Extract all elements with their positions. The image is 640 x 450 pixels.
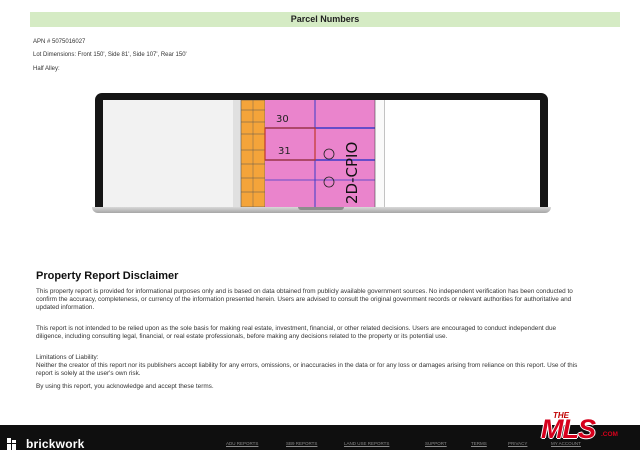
zoning-label: 2D-CPIO — [343, 142, 361, 204]
liability-section: Limitations of Liability: Neither the cr… — [36, 354, 581, 378]
disclaimer-title: Property Report Disclaimer — [36, 270, 179, 282]
map-street — [375, 100, 385, 207]
map-background-left — [103, 100, 238, 207]
parcel-map-drawing: 30 31 2D-CPIO — [103, 100, 540, 207]
half-alley: Half Alley: — [33, 66, 60, 72]
lot-dimensions: Lot Dimensions: Front 150', Side 81', Si… — [33, 52, 187, 58]
footer-link-privacy[interactable]: PRIVACY — [508, 441, 527, 446]
brand-name: brickwork — [26, 437, 85, 450]
footer-link-support[interactable]: SUPPORT — [425, 441, 447, 446]
brickwork-brand[interactable]: brickwork — [6, 437, 85, 450]
liability-heading: Limitations of Liability: — [36, 354, 99, 361]
footer-link-adu-reports[interactable]: ADU REPORTS — [226, 441, 258, 446]
mls-com-text: .COM — [601, 431, 618, 438]
brickwork-logo-icon — [7, 438, 16, 450]
mls-watermark-logo: THE MLS .COM — [535, 410, 635, 444]
disclaimer-paragraph: By using this report, you acknowledge an… — [36, 383, 214, 390]
parcel-numbers-header: Parcel Numbers — [30, 12, 620, 27]
mls-main-text: MLS — [541, 414, 596, 444]
lot-number-label: 30 — [276, 114, 289, 125]
footer-link-terms[interactable]: TERMS — [471, 441, 487, 446]
lot-number-label: 31 — [278, 146, 291, 157]
liability-text: Neither the creator of this report nor i… — [36, 362, 578, 377]
map-street-strip — [233, 100, 241, 207]
disclaimer-paragraph: This report is not intended to be relied… — [36, 325, 557, 340]
disclaimer-paragraph: This property report is provided for inf… — [36, 288, 573, 311]
laptop-screen: 30 31 2D-CPIO — [95, 93, 548, 207]
footer-link-sb9-reports[interactable]: SB9 REPORTS — [286, 441, 317, 446]
apn-number: APN # 5075016027 — [33, 39, 86, 45]
footer-link-land-use-reports[interactable]: LAND USE REPORTS — [344, 441, 389, 446]
laptop-notch — [298, 207, 344, 210]
parcel-map: 30 31 2D-CPIO — [103, 100, 540, 207]
map-background-right — [385, 100, 540, 207]
